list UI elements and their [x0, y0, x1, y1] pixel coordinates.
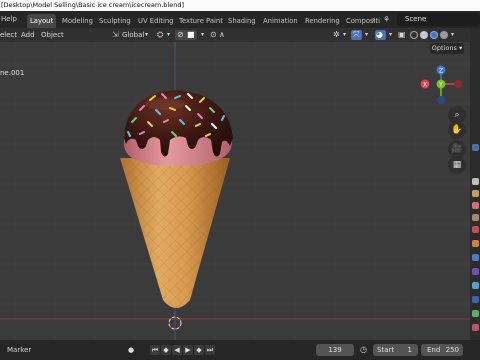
tab-modeling[interactable]: Modeling	[59, 14, 96, 28]
gizmo-neg-z-handle[interactable]	[437, 96, 445, 104]
object-properties-icon[interactable]	[472, 240, 479, 247]
options-dropdown[interactable]: Options ▾	[430, 43, 464, 54]
output-properties-icon[interactable]	[472, 190, 479, 197]
chevron-down-icon[interactable]: ▾	[365, 28, 368, 42]
prev-keyframe-icon[interactable]: ◆	[161, 345, 171, 355]
render-properties-icon[interactable]	[472, 178, 479, 185]
menu-add[interactable]: Add	[21, 28, 35, 42]
end-label: End	[427, 346, 441, 354]
menu-help[interactable]: Help	[1, 11, 17, 28]
chevron-right-icon[interactable]: ›	[372, 11, 375, 28]
window-title: [Desktop\Model Selling\Basic ice cream\i…	[1, 1, 184, 9]
gizmo-x-label: X	[423, 82, 427, 89]
tab-uv-editing[interactable]: UV Editing	[135, 14, 176, 28]
viewport-canvas: Z X Y	[0, 42, 470, 340]
chevron-down-icon[interactable]: ▾	[389, 28, 392, 42]
clock-icon[interactable]: ◷	[360, 340, 367, 360]
transform-orientation-icon: ⇲	[112, 30, 119, 39]
scene-properties-icon[interactable]	[472, 214, 479, 221]
chevron-down-icon[interactable]: ▾	[167, 28, 170, 42]
orientation-dropdown[interactable]: Global	[122, 28, 144, 42]
end-value: 250	[445, 346, 459, 354]
material-preview-icon[interactable]	[430, 31, 438, 39]
tab-animation[interactable]: Animation	[260, 14, 301, 28]
chevron-down-icon[interactable]: ▾	[451, 28, 454, 42]
material-properties-icon[interactable]	[472, 324, 479, 331]
xray-icon[interactable]: ▣	[398, 28, 406, 42]
physics-properties-icon[interactable]	[472, 282, 479, 289]
axis-gizmo[interactable]: Z X Y	[420, 65, 463, 105]
cone-texture	[120, 158, 230, 308]
start-frame-field[interactable]: Start 1	[373, 344, 418, 356]
chevron-down-icon[interactable]: ▾	[343, 28, 346, 42]
modifier-properties-icon[interactable]	[472, 254, 479, 261]
gizmo-icon: ⤧	[353, 30, 360, 39]
tab-compositing[interactable]: Compositi	[343, 14, 383, 28]
tab-texture-paint[interactable]: Texture Paint	[176, 14, 226, 28]
tool-properties-icon[interactable]	[472, 144, 479, 151]
jump-start-icon[interactable]: ⏮	[150, 345, 160, 355]
rendered-shading-icon[interactable]	[440, 31, 448, 39]
start-value: 1	[407, 346, 412, 354]
play-icon[interactable]: ▶	[183, 345, 193, 355]
tab-layout[interactable]: Layout	[27, 14, 57, 28]
timeline-bar: Marker ● ⏮ ◆ ◀ ▶ ◆ ⏭ 139 ◷ Start 1 End 2…	[0, 340, 480, 360]
next-keyframe-icon[interactable]: ◆	[194, 345, 204, 355]
gizmo-y-label: Y	[438, 82, 443, 89]
falloff-icon[interactable]: ∧	[219, 28, 225, 42]
data-properties-icon[interactable]	[472, 310, 479, 317]
scene-selector[interactable]: Scene	[397, 13, 480, 26]
viewport-grid	[0, 42, 470, 340]
proportional-edit-icon[interactable]: ⊙	[210, 28, 217, 42]
grid-icon[interactable]: ▦	[448, 156, 466, 174]
hand-pan-icon[interactable]: ✋	[448, 121, 466, 139]
scene-icon: ⚘	[383, 15, 391, 24]
view-object-types-icon[interactable]: ✲	[333, 28, 340, 42]
tab-rendering[interactable]: Rendering	[302, 14, 343, 28]
start-label: Start	[377, 346, 395, 354]
gizmo-neg-x-handle[interactable]	[454, 80, 462, 88]
view-layer-properties-icon[interactable]	[472, 202, 479, 209]
menu-object[interactable]: Object	[41, 28, 64, 42]
chevron-down-icon[interactable]: ▾	[201, 28, 204, 42]
gizmo-z-label: Z	[439, 68, 443, 75]
tab-shading[interactable]: Shading	[225, 14, 259, 28]
window-title-bar: [Desktop\Model Selling\Basic ice cream\i…	[0, 0, 480, 11]
jump-end-icon[interactable]: ⏭	[205, 345, 215, 355]
play-reverse-icon[interactable]: ◀	[172, 345, 182, 355]
end-frame-field[interactable]: End 250	[421, 344, 463, 356]
wireframe-shading-icon[interactable]	[410, 31, 418, 39]
options-label: Options	[431, 44, 457, 52]
chevron-down-icon[interactable]: ▾	[145, 28, 148, 42]
particle-properties-icon[interactable]	[472, 268, 479, 275]
current-frame-field[interactable]: 139	[316, 344, 354, 356]
snap-icon: ⊘	[177, 30, 184, 39]
3d-viewport[interactable]: Z X Y	[0, 42, 470, 340]
transform-pivot-icon[interactable]: ⛭	[157, 28, 163, 42]
scene-label: Scene	[405, 15, 427, 23]
properties-tab-strip	[470, 28, 480, 340]
constraint-properties-icon[interactable]	[472, 296, 479, 303]
world-properties-icon[interactable]	[472, 226, 479, 233]
record-icon[interactable]: ●	[126, 345, 136, 355]
tab-sculpting[interactable]: Sculpting	[96, 14, 134, 28]
viewport-header: elect Add Object ⇲ Global ▾ ⛭ ▾ ⊘ ■ ▾ ⊙ …	[0, 28, 470, 42]
solid-shading-icon[interactable]	[420, 31, 428, 39]
snap-target-icon: ■	[187, 30, 195, 39]
active-object-label: ne.001	[0, 69, 25, 77]
menu-select[interactable]: elect	[0, 28, 17, 42]
overlay-icon: ◕	[376, 30, 383, 39]
menu-marker[interactable]: Marker	[7, 340, 31, 360]
